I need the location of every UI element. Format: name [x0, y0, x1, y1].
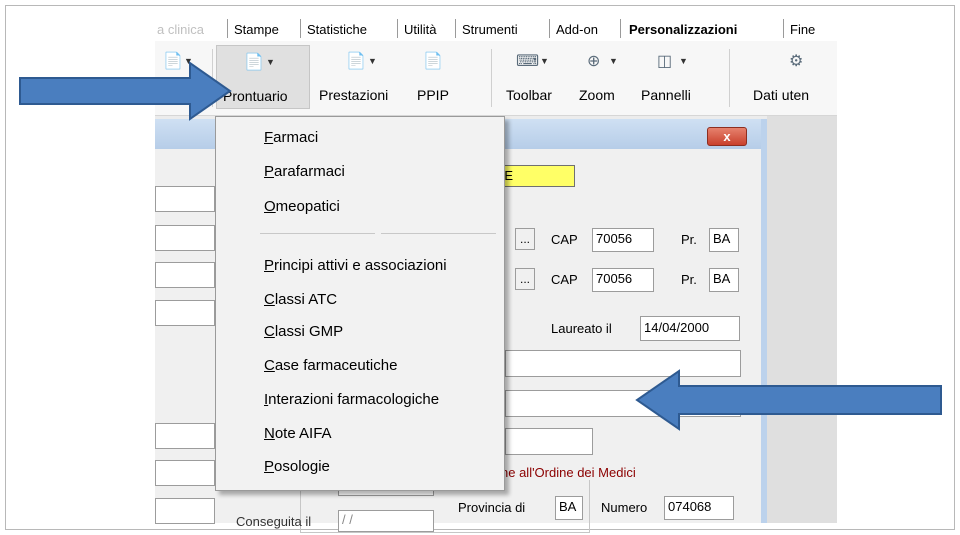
- dialog-close-button[interactable]: x: [707, 127, 747, 146]
- ordine-medici-group-label: ne all'Ordine dei Medici: [498, 465, 639, 480]
- annotation-arrow-right: [19, 61, 232, 121]
- menu-bar: a clinica Stampe Statistiche Utilità Str…: [155, 17, 837, 41]
- provincia-label: Provincia di: [458, 500, 526, 515]
- numero-label: Numero: [601, 500, 648, 515]
- menu-item-classi-atc[interactable]: Classi ATC: [264, 291, 337, 308]
- cap-field[interactable]: 70056: [592, 228, 654, 252]
- laureato-date-field[interactable]: 14/04/2000: [640, 316, 740, 341]
- menu-item-omeopatici[interactable]: Omeopatici: [264, 198, 340, 215]
- cap-field[interactable]: 70056: [592, 268, 654, 292]
- menu-item-case-farmaceutiche[interactable]: Case farmaceutiche: [264, 357, 397, 374]
- chevron-down-icon: ▼: [266, 57, 275, 67]
- menu-item-interazioni-farmacologiche[interactable]: Interazioni farmacologiche: [264, 391, 439, 408]
- toolbar-label: PPIP: [417, 87, 449, 103]
- toolbar-label: Pannelli: [641, 87, 691, 103]
- chevron-down-icon: ▼: [540, 56, 549, 66]
- cap-label: CAP: [551, 272, 578, 287]
- toolbar-button-ppip[interactable]: 📄 PPIP: [407, 45, 457, 109]
- background-window: ✕ ▲: [767, 116, 837, 523]
- toolbar-button-toolbar[interactable]: ⌨ ▼ Toolbar: [500, 45, 570, 109]
- provincia-field[interactable]: BA: [555, 496, 583, 520]
- toolbar: 📄 ▼ abelli 📄 ▼ Prontuario 📄 ▼ Prestazion…: [155, 41, 837, 116]
- prontuario-dropdown-menu: Farmaci Parafarmaci Omeopatici Principi …: [215, 116, 505, 491]
- chevron-down-icon: ▼: [679, 56, 688, 66]
- province-label: Pr.: [681, 232, 697, 247]
- chevron-down-icon: ▼: [609, 56, 618, 66]
- menu-item-principi-attivi[interactable]: Principi attivi e associazioni: [264, 257, 447, 274]
- browse-button[interactable]: ...: [515, 228, 535, 250]
- menu-item-classi-gmp[interactable]: Classi GMP: [264, 323, 343, 340]
- menu-fine[interactable]: Fine: [790, 22, 815, 37]
- arrow-left-icon: [635, 369, 942, 431]
- chevron-down-icon: ▼: [368, 56, 377, 66]
- menu-cartella-clinica[interactable]: a clinica: [157, 22, 204, 37]
- laureato-label: Laureato il: [551, 321, 612, 336]
- toolbar-button-dati-utente[interactable]: ⚙ Dati uten: [749, 45, 837, 109]
- toolbar-button-pannelli[interactable]: ◫ ▼ Pannelli: [635, 45, 711, 109]
- toolbar-label: Toolbar: [506, 87, 552, 103]
- user-settings-icon: ⚙: [789, 53, 804, 70]
- menu-separator: [300, 19, 301, 38]
- text-field[interactable]: [155, 498, 215, 524]
- toolbar-label: Prestazioni: [319, 87, 389, 103]
- menu-strumenti[interactable]: Strumenti: [462, 22, 518, 37]
- arrow-right-icon: [19, 61, 232, 121]
- text-field[interactable]: [155, 423, 215, 449]
- menu-item-note-aifa[interactable]: Note AIFA: [264, 425, 332, 442]
- toolbar-label: Dati uten: [753, 87, 810, 103]
- province-label: Pr.: [681, 272, 697, 287]
- menu-separator: [783, 19, 784, 38]
- conseguita-date-field[interactable]: / /: [338, 510, 434, 532]
- browse-button[interactable]: ...: [515, 268, 535, 290]
- menu-personalizzazioni[interactable]: Personalizzazioni: [629, 22, 737, 37]
- menu-separator: [381, 233, 496, 234]
- menu-utilita[interactable]: Utilità: [404, 22, 437, 37]
- close-icon: x: [723, 129, 731, 144]
- text-field[interactable]: [155, 300, 215, 326]
- menu-separator: [620, 19, 621, 38]
- cap-label: CAP: [551, 232, 578, 247]
- menu-separator: [455, 19, 456, 38]
- menu-separator: [549, 19, 550, 38]
- menu-item-farmaci[interactable]: Farmaci: [264, 129, 318, 146]
- text-field[interactable]: [155, 225, 215, 251]
- conseguita-label: Conseguita il: [236, 514, 312, 529]
- menu-stampe[interactable]: Stampe: [234, 22, 279, 37]
- toolbar-button-zoom[interactable]: ⊕ ▼ Zoom: [573, 45, 629, 109]
- numero-field[interactable]: 074068: [664, 496, 734, 520]
- text-field[interactable]: [505, 428, 593, 455]
- text-field[interactable]: [155, 262, 215, 288]
- text-field[interactable]: [155, 186, 215, 212]
- menu-add-on[interactable]: Add-on: [556, 22, 598, 37]
- menu-item-posologie[interactable]: Posologie: [264, 458, 330, 475]
- keyboard-icon: ⌨: [516, 53, 540, 70]
- menu-statistiche[interactable]: Statistiche: [307, 22, 367, 37]
- document-icon: 📄: [244, 54, 264, 71]
- province-field[interactable]: BA: [709, 228, 739, 252]
- menu-separator: [260, 233, 375, 234]
- text-field[interactable]: [155, 460, 215, 486]
- menu-item-parafarmaci[interactable]: Parafarmaci: [264, 163, 345, 180]
- zoom-in-icon: ⊕: [587, 53, 601, 70]
- toolbar-label: Zoom: [579, 87, 615, 103]
- document-icon: 📄: [423, 53, 443, 70]
- document-icon: 📄: [346, 53, 366, 70]
- toolbar-separator: [491, 49, 492, 107]
- panels-icon: ◫: [657, 53, 673, 70]
- toolbar-button-prestazioni[interactable]: 📄 ▼ Prestazioni: [315, 45, 405, 109]
- toolbar-separator: [729, 49, 730, 107]
- annotation-arrow-left: [635, 369, 942, 431]
- menu-separator: [397, 19, 398, 38]
- province-field[interactable]: BA: [709, 268, 739, 292]
- menu-separator: [227, 19, 228, 38]
